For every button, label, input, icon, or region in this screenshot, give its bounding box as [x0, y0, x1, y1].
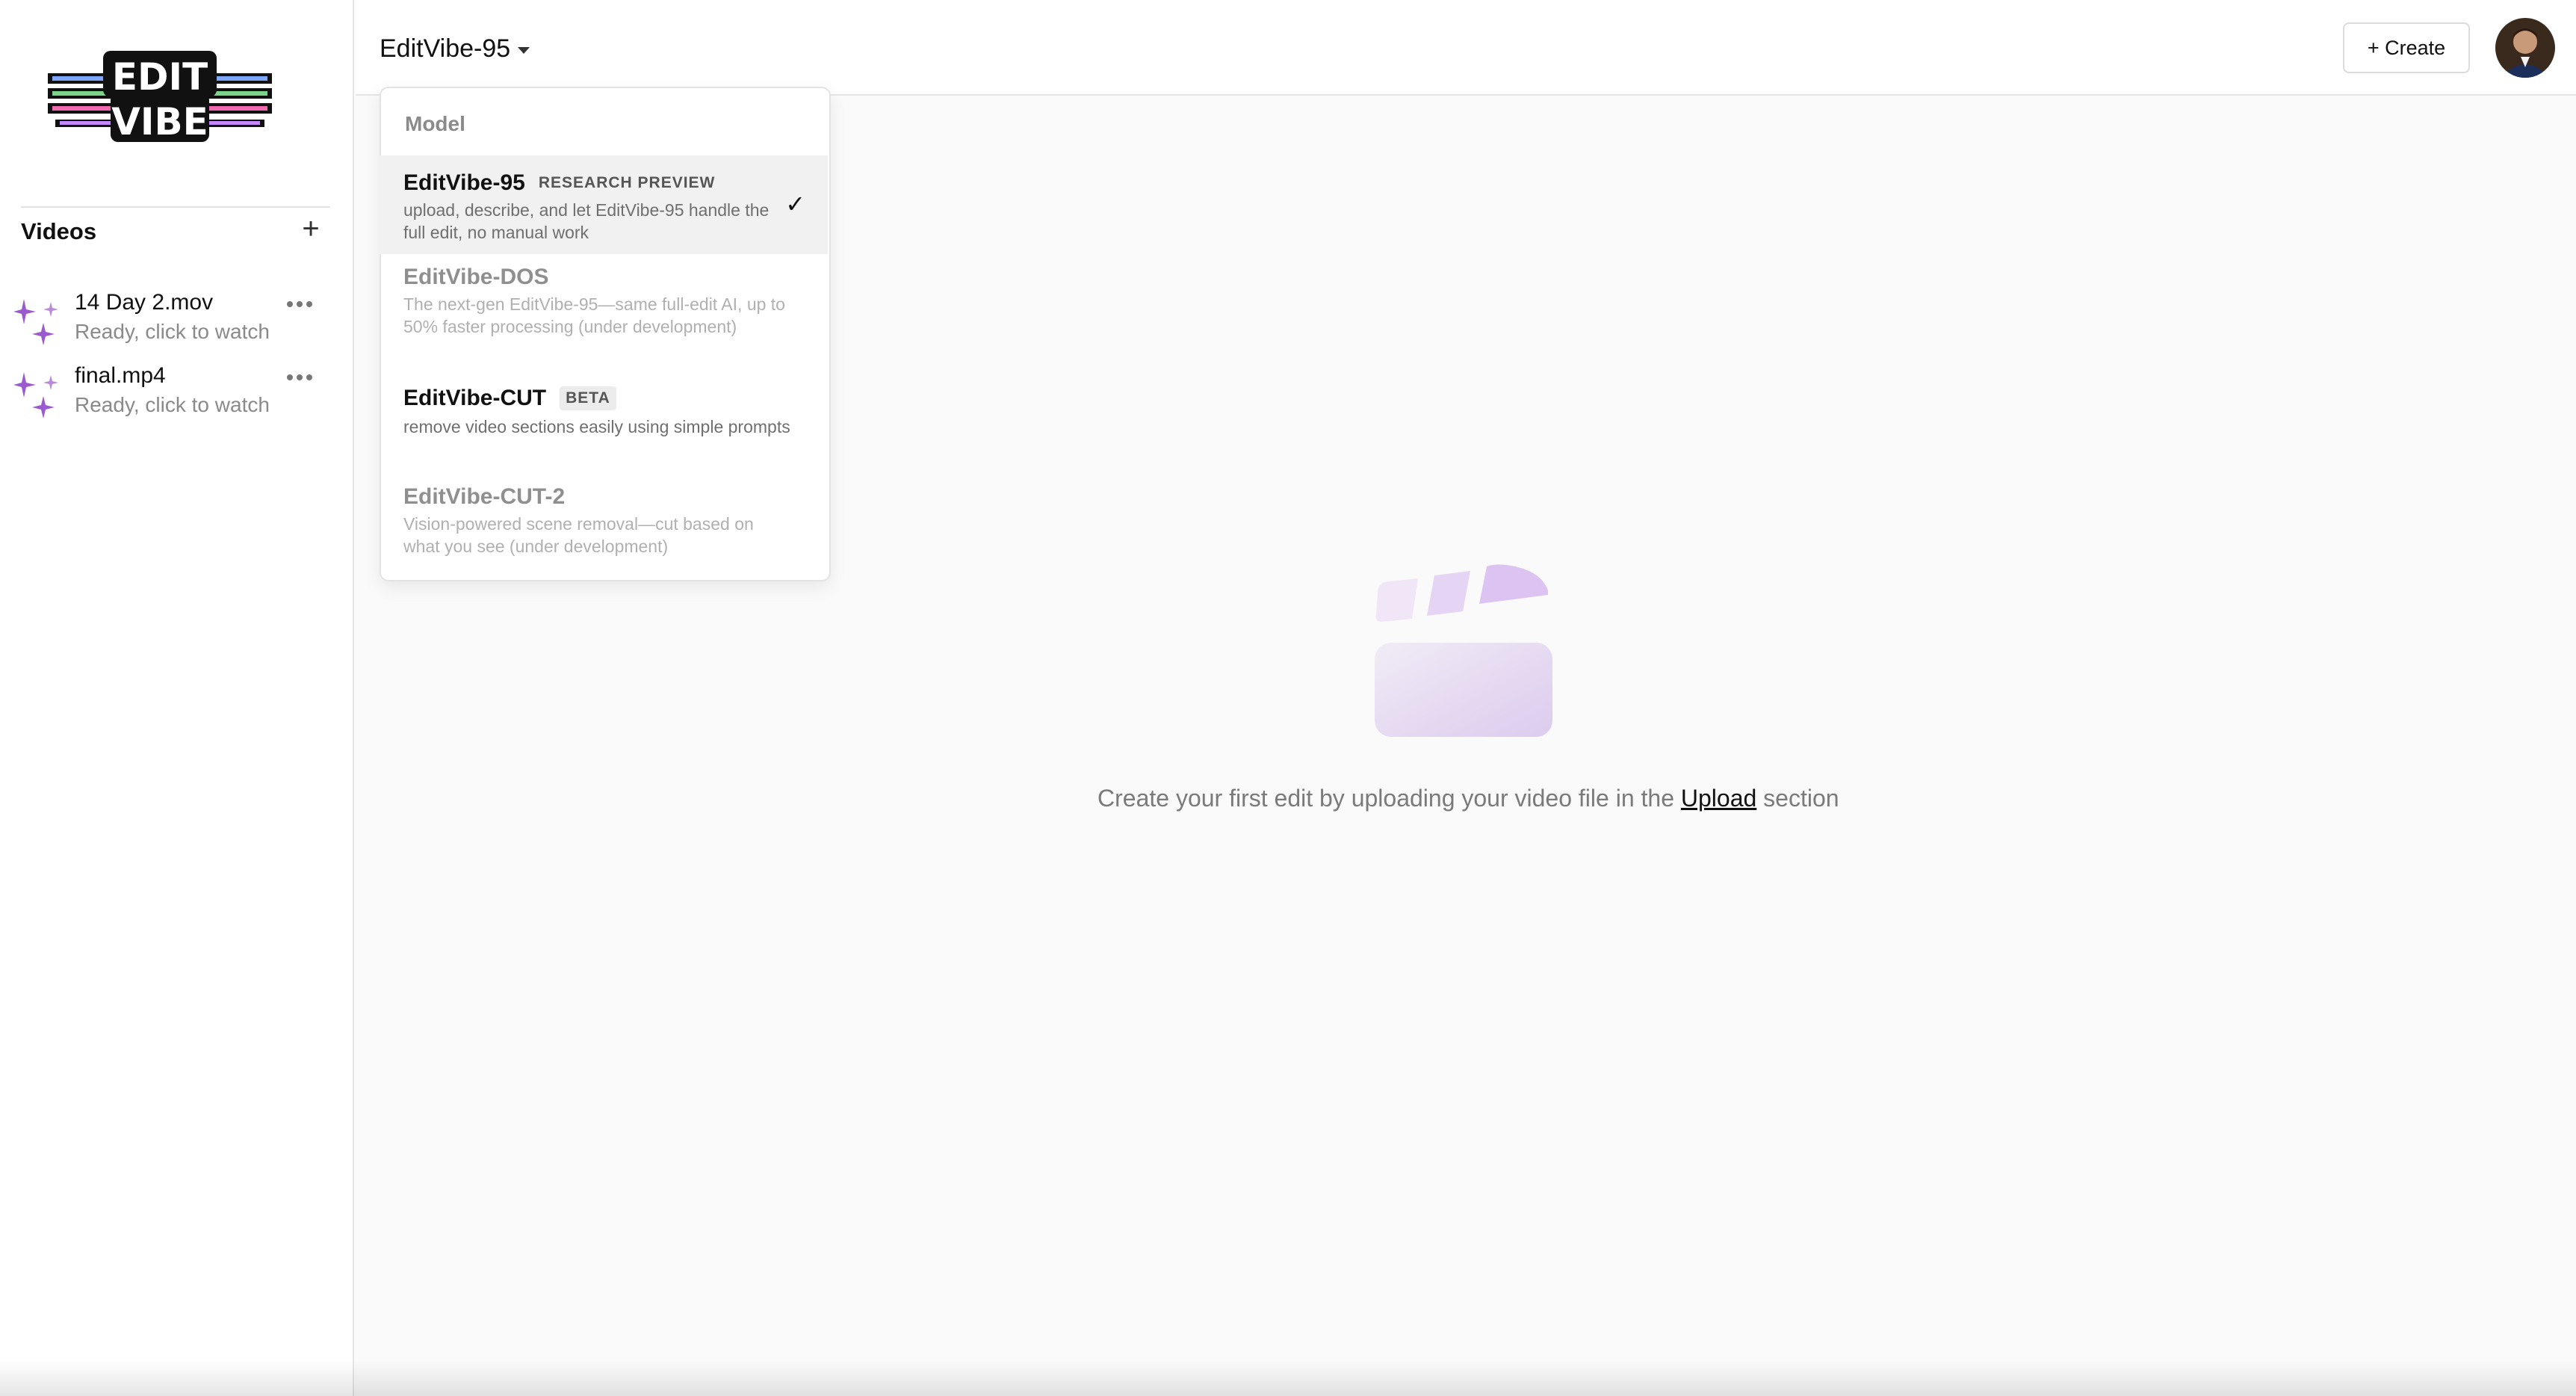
- upload-link[interactable]: Upload: [1681, 785, 1756, 812]
- chevron-down-icon: [518, 46, 530, 54]
- clapperboard-icon: [1375, 564, 1552, 737]
- sidebar: EDIT VIBE Videos + 14 Day 2.mov Ready, c…: [0, 0, 354, 1396]
- sparkle-icon: [13, 299, 58, 345]
- create-button[interactable]: + Create: [2343, 22, 2470, 73]
- model-option-title: EditVibe-95: [403, 170, 525, 195]
- model-option-description: Vision-powered scene removal—cut based o…: [403, 514, 754, 556]
- add-video-button[interactable]: +: [297, 214, 324, 244]
- beta-badge: BETA: [560, 386, 616, 410]
- model-dropdown-options: EditVibe-95 RESEARCH PREVIEW upload, des…: [380, 87, 831, 581]
- dropdown-header: Model: [405, 112, 465, 135]
- model-selector-label: EditVibe-95: [380, 34, 511, 63]
- video-list-item[interactable]: 14 Day 2.mov Ready, click to watch: [0, 288, 354, 356]
- model-option-editvibe-95[interactable]: EditVibe-95 RESEARCH PREVIEW upload, des…: [380, 155, 828, 254]
- editvibe-logo[interactable]: EDIT VIBE: [48, 48, 272, 145]
- empty-state-text: Create your first edit by uploading your…: [1097, 785, 1681, 812]
- research-preview-badge: RESEARCH PREVIEW: [538, 174, 716, 191]
- model-option-description: upload, describe, and let EditVibe-95 ha…: [403, 200, 770, 242]
- more-options-icon[interactable]: [287, 297, 320, 315]
- checkmark-icon: ✓: [785, 191, 805, 217]
- video-list-item[interactable]: final.mp4 Ready, click to watch: [0, 362, 354, 429]
- model-option-title: EditVibe-DOS: [403, 265, 549, 289]
- model-option-title: EditVibe-CUT-2: [403, 484, 566, 509]
- video-name[interactable]: final.mp4: [75, 363, 166, 389]
- model-option-description: remove video sections easily using simpl…: [403, 417, 790, 436]
- video-status: Ready, click to watch: [75, 393, 270, 416]
- model-option-editvibe-dos: EditVibe-DOS The next-gen EditVibe-95—sa…: [380, 256, 828, 375]
- model-option-description: The next-gen EditVibe-95—same full-edit …: [403, 294, 785, 336]
- sparkle-icon: [13, 372, 58, 419]
- avatar[interactable]: [2495, 18, 2555, 78]
- videos-section-title: Videos: [21, 218, 97, 244]
- empty-state-text-end: section: [1756, 785, 1839, 812]
- svg-text:VIBE: VIBE: [111, 100, 208, 143]
- window-bottom-edge: [0, 1360, 2576, 1396]
- model-option-editvibe-cut-2: EditVibe-CUT-2 Vision-powered scene remo…: [380, 475, 828, 572]
- empty-state-message: Create your first edit by uploading your…: [1097, 785, 1845, 812]
- video-status: Ready, click to watch: [75, 320, 270, 343]
- model-selector[interactable]: EditVibe-95: [380, 30, 530, 67]
- video-name[interactable]: 14 Day 2.mov: [75, 290, 213, 315]
- topbar: EditVibe-95 + Create: [356, 0, 2576, 96]
- sidebar-divider: [21, 206, 330, 208]
- videos-header: Videos +: [21, 214, 330, 247]
- model-option-editvibe-cut[interactable]: EditVibe-CUT BETA remove video sections …: [380, 377, 828, 474]
- svg-text:EDIT: EDIT: [112, 55, 208, 99]
- more-options-icon[interactable]: [287, 371, 320, 389]
- model-option-title: EditVibe-CUT: [403, 386, 547, 410]
